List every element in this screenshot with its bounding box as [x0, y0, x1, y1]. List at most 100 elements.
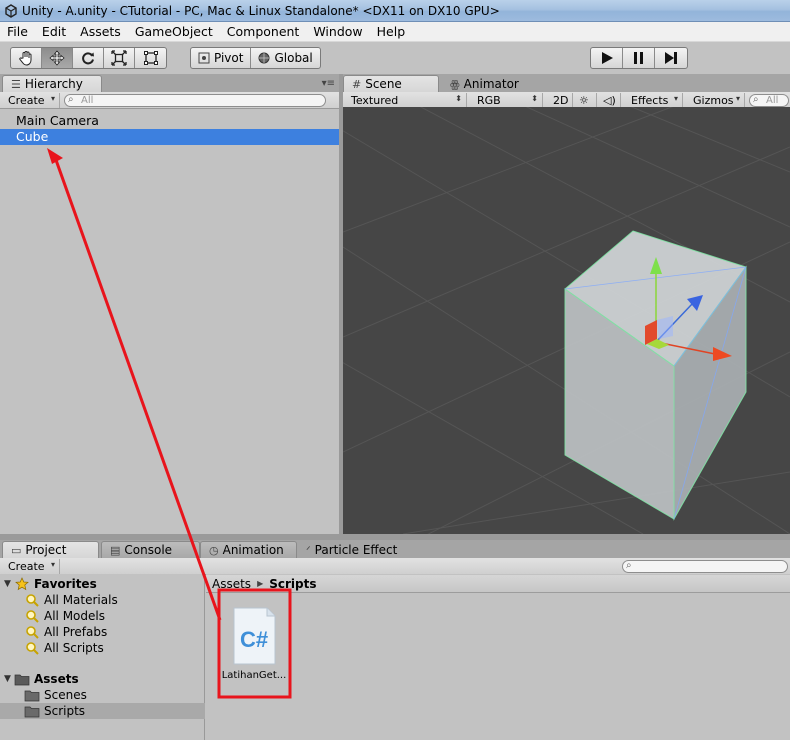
hierarchy-item-label: Main Camera: [16, 113, 99, 128]
search-icon: ⌕: [68, 94, 74, 105]
rotate-tool-button[interactable]: [73, 48, 104, 68]
project-asset-area: [206, 574, 790, 740]
play-button[interactable]: [591, 48, 623, 68]
tab-hierarchy[interactable]: ☰ Hierarchy: [2, 75, 102, 92]
favorite-all-models[interactable]: All Models: [0, 608, 205, 624]
project-subbar: Create ▾ ⌕: [0, 558, 790, 575]
scene-viewport[interactable]: [343, 107, 790, 534]
tab-project-label: Project: [25, 543, 67, 557]
render-mode-dropdown[interactable]: RGB ⬍: [473, 93, 543, 108]
favorite-all-materials[interactable]: All Materials: [0, 592, 205, 608]
favorite-label: All Models: [44, 609, 105, 623]
shading-mode-label: Textured: [351, 94, 399, 107]
asset-latihanget-script[interactable]: C# LatihanGet...: [221, 604, 287, 688]
dropdown-arrow-icon: ▾: [673, 94, 678, 103]
hash-icon: #: [352, 77, 362, 91]
unity-logo-icon: [5, 3, 17, 18]
folder-icon: [24, 704, 40, 718]
global-toggle[interactable]: Global: [251, 48, 319, 68]
step-button[interactable]: [655, 48, 687, 68]
favorite-all-prefabs[interactable]: All Prefabs: [0, 624, 205, 640]
hierarchy-create-dropdown[interactable]: Create ▾: [4, 93, 60, 108]
breadcrumb-arrow-icon: ▶: [257, 579, 264, 588]
effects-label: Effects: [631, 94, 669, 107]
tab-project[interactable]: ▭ Project: [2, 541, 99, 558]
move-icon: [49, 50, 65, 66]
assets-label: Assets: [34, 672, 79, 686]
project-folder-tree: ▼ Favorites All Materials All Models All…: [0, 574, 205, 740]
folder-scripts[interactable]: Scripts: [0, 703, 205, 719]
search-placeholder: All: [766, 95, 779, 106]
speaker-icon: ◁): [603, 94, 616, 107]
play-icon: [601, 52, 613, 64]
breadcrumb-scripts[interactable]: Scripts: [269, 577, 316, 591]
mode-2d-toggle[interactable]: 2D: [549, 93, 573, 108]
rect-icon: [143, 51, 158, 65]
favorite-all-scripts[interactable]: All Scripts: [0, 640, 205, 656]
folder-icon: [14, 672, 30, 686]
toolbar: Pivot Global: [0, 42, 790, 74]
scene-canvas[interactable]: [343, 107, 790, 534]
scene-search-input[interactable]: ⌕ All: [749, 94, 789, 107]
list-icon: ☰: [11, 77, 21, 91]
menu-component[interactable]: Component: [220, 24, 307, 39]
audio-toggle[interactable]: ◁): [599, 93, 621, 108]
hierarchy-item-main-camera[interactable]: Main Camera: [0, 113, 339, 129]
scale-tool-button[interactable]: [104, 48, 135, 68]
tab-console[interactable]: ▤ Console: [101, 541, 200, 558]
search-filter-icon: [24, 593, 40, 607]
search-placeholder: All: [81, 95, 94, 106]
rect-tool-button[interactable]: [135, 48, 166, 68]
asset-label: LatihanGet...: [221, 670, 287, 681]
lighting-toggle[interactable]: ☼: [575, 93, 597, 108]
dropdown-arrow-icon: ▾: [735, 94, 740, 103]
menu-file[interactable]: File: [0, 24, 35, 39]
project-search-input[interactable]: ⌕: [622, 560, 788, 573]
folder-icon: [24, 688, 40, 702]
breadcrumb: Assets ▶ Scripts: [206, 575, 790, 593]
menu-window[interactable]: Window: [306, 24, 369, 39]
menu-help[interactable]: Help: [370, 24, 413, 39]
star-icon: [14, 577, 30, 591]
effects-dropdown[interactable]: Effects ▾: [627, 93, 683, 108]
global-label: Global: [274, 51, 313, 65]
title-bar: Unity - A.unity - CTutorial - PC, Mac & …: [0, 0, 790, 22]
hierarchy-search-input[interactable]: ⌕ All: [64, 94, 326, 107]
menu-edit[interactable]: Edit: [35, 24, 73, 39]
tab-particle-effect[interactable]: ᐟ Particle Effect: [299, 541, 409, 558]
search-filter-icon: [24, 609, 40, 623]
playback-controls: [590, 47, 688, 69]
favorite-label: All Scripts: [44, 641, 104, 655]
tab-console-label: Console: [124, 543, 173, 557]
panel-menu-icon[interactable]: ▾≡: [322, 78, 335, 89]
tab-animation-label: Animation: [222, 543, 284, 557]
tab-animation[interactable]: ◷ Animation: [200, 541, 297, 558]
pause-button[interactable]: [623, 48, 655, 68]
tab-animator[interactable]: ꙮ Animator: [441, 75, 537, 92]
hierarchy-list: Main Camera Cube: [0, 109, 339, 538]
assets-header[interactable]: ▼ Assets: [0, 671, 205, 687]
dropdown-arrow-icon: ⬍: [455, 94, 462, 103]
favorite-label: All Prefabs: [44, 625, 108, 639]
favorites-header[interactable]: ▼ Favorites: [0, 576, 205, 592]
hierarchy-tabstrip: ☰ Hierarchy ▾≡: [0, 74, 339, 92]
tab-scene[interactable]: # Scene: [343, 75, 439, 92]
favorites-label: Favorites: [34, 577, 97, 591]
pivot-toggle[interactable]: Pivot: [191, 48, 252, 68]
menu-gameobject[interactable]: GameObject: [128, 24, 220, 39]
shading-mode-dropdown[interactable]: Textured ⬍: [347, 93, 467, 108]
move-tool-button[interactable]: [42, 48, 73, 68]
globe-icon: [258, 52, 270, 64]
gizmos-dropdown[interactable]: Gizmos ▾: [689, 93, 745, 108]
hierarchy-item-cube[interactable]: Cube: [0, 129, 339, 145]
menu-assets[interactable]: Assets: [73, 24, 128, 39]
project-create-dropdown[interactable]: Create ▾: [4, 559, 60, 574]
expand-arrow-icon: ▼: [4, 579, 11, 589]
folder-scenes[interactable]: Scenes: [0, 687, 205, 703]
favorite-label: All Materials: [44, 593, 118, 607]
breadcrumb-assets[interactable]: Assets: [212, 577, 251, 591]
search-icon: ⌕: [753, 94, 759, 105]
tab-particle-effect-label: Particle Effect: [314, 543, 398, 557]
project-tabstrip: ▭ Project ▤ Console ◷ Animation ᐟ Partic…: [0, 540, 790, 558]
hand-tool-button[interactable]: [11, 48, 42, 68]
